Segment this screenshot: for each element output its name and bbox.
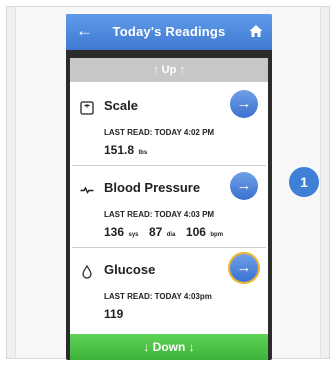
reading-unit: bpm: [210, 232, 224, 238]
reading-card-blood-pressure: Blood Pressure → LAST READ: TODAY 4:03 P…: [70, 168, 268, 248]
last-read-text: LAST READ: TODAY 4:03 PM: [104, 210, 215, 219]
reading-unit: lbs: [138, 150, 148, 156]
reading-value: 87: [148, 225, 163, 239]
divider: [72, 247, 266, 248]
scale-icon: [80, 101, 94, 115]
reading-unit: dia: [166, 232, 176, 238]
droplet-icon: [82, 265, 92, 279]
readings-list: ↑ Up ↑ Scale → LAST READ: TODAY 4:02 PM …: [70, 58, 268, 350]
heartbeat-icon: [80, 186, 94, 194]
reading-name: Glucose: [104, 262, 156, 277]
reading-values: 136 sys 87 dia 106 bpm: [104, 223, 229, 241]
up-button[interactable]: ↑ Up ↑: [70, 58, 268, 82]
reading-card-scale: Scale → LAST READ: TODAY 4:02 PM 151.8 l…: [70, 86, 268, 166]
open-glucose-button[interactable]: →: [230, 254, 258, 282]
open-blood-pressure-button[interactable]: →: [230, 172, 258, 200]
reading-values: 119: [104, 305, 123, 323]
header-bar: ← Today's Readings: [66, 14, 272, 50]
reading-values: 151.8 lbs: [104, 141, 153, 159]
reading-name: Blood Pressure: [104, 180, 201, 195]
divider: [72, 165, 266, 166]
reading-value: 119: [104, 307, 124, 321]
last-read-text: LAST READ: TODAY 4:02 PM: [104, 128, 215, 137]
page-title: Today's Readings: [112, 24, 226, 39]
open-scale-button[interactable]: →: [230, 90, 258, 118]
phone-screen: ← Today's Readings ↑ Up ↑ Scale → LAST R…: [66, 14, 272, 360]
callout-badge: 1: [289, 167, 319, 197]
last-read-text: LAST READ: TODAY 4:03pm: [104, 292, 212, 301]
reading-name: Scale: [104, 98, 138, 113]
reading-value: 136: [104, 225, 125, 239]
home-icon[interactable]: [248, 23, 264, 39]
reading-unit: sys: [128, 232, 139, 238]
down-button[interactable]: ↓ Down ↓: [70, 334, 268, 360]
reading-value: 106: [185, 225, 206, 239]
reading-value: 151.8: [104, 143, 135, 157]
